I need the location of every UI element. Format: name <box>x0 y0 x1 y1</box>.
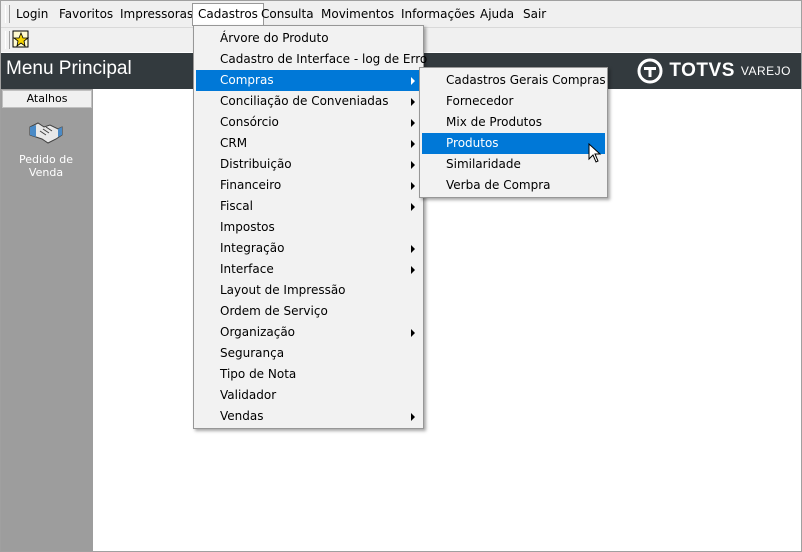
shortcuts-panel: Atalhos Pedido de Venda <box>1 89 93 551</box>
submenu-arrow-icon <box>411 329 415 337</box>
menuitem-ordem-de-servico[interactable]: Ordem de Serviço <box>196 301 421 322</box>
menuitem-vendas[interactable]: Vendas <box>196 406 421 427</box>
star-note-icon <box>12 30 30 48</box>
menuitem-cadastro-de-interface[interactable]: Cadastro de Interface - log de Erro <box>196 49 427 70</box>
menu-ajuda[interactable]: Ajuda <box>475 4 519 24</box>
logo-brand-text: TOTVS <box>669 60 735 81</box>
compras-submenu: Cadastros Gerais Compras Fornecedor Mix … <box>419 67 608 198</box>
menuitem-tipo-de-nota[interactable]: Tipo de Nota <box>196 364 421 385</box>
menuitem-consorcio[interactable]: Consórcio <box>196 112 421 133</box>
menu-impressoras[interactable]: Impressoras <box>115 4 198 24</box>
menu-login[interactable]: Login <box>11 4 53 24</box>
menuitem-similaridade[interactable]: Similaridade <box>422 154 605 175</box>
menuitem-cadastros-gerais-compras[interactable]: Cadastros Gerais Compras <box>422 70 606 91</box>
cadastros-dropdown: Árvore do Produto Cadastro de Interface … <box>193 25 427 429</box>
menuitem-conciliacao[interactable]: Conciliação de Conveniadas <box>196 91 421 112</box>
submenu-arrow-icon <box>411 161 415 169</box>
menuitem-verba-de-compra[interactable]: Verba de Compra <box>422 175 605 196</box>
submenu-arrow-icon <box>411 98 415 106</box>
logo-sub-text: VAREJO <box>740 64 791 78</box>
handshake-icon <box>29 122 63 144</box>
submenu-arrow-icon <box>411 119 415 127</box>
favorites-tool-button[interactable] <box>11 29 31 49</box>
menuitem-compras[interactable]: Compras <box>196 70 421 91</box>
menuitem-integracao[interactable]: Integração <box>196 238 421 259</box>
menuitem-produtos[interactable]: Produtos <box>422 133 605 154</box>
menu-movimentos[interactable]: Movimentos <box>316 4 399 24</box>
page-title: Menu Principal <box>6 58 132 79</box>
menuitem-financeiro[interactable]: Financeiro <box>196 175 421 196</box>
toolbar-grip[interactable] <box>5 31 10 49</box>
mouse-pointer-icon <box>588 143 602 163</box>
shortcut-pedido-de-venda[interactable]: Pedido de Venda <box>11 117 81 179</box>
submenu-arrow-icon <box>411 140 415 148</box>
menu-informacoes[interactable]: Informações <box>396 4 480 24</box>
menubar: Login Favoritos Impressoras Cadastros Co… <box>1 1 801 28</box>
menuitem-distribuicao[interactable]: Distribuição <box>196 154 421 175</box>
menuitem-mix-de-produtos[interactable]: Mix de Produtos <box>422 112 605 133</box>
menuitem-organizacao[interactable]: Organização <box>196 322 421 343</box>
menuitem-interface[interactable]: Interface <box>196 259 421 280</box>
menuitem-fornecedor[interactable]: Fornecedor <box>422 91 605 112</box>
menuitem-layout-de-impressao[interactable]: Layout de Impressão <box>196 280 421 301</box>
menuitem-fiscal[interactable]: Fiscal <box>196 196 421 217</box>
submenu-arrow-icon <box>411 245 415 253</box>
totvs-logo: TOTVS VAREJO <box>637 58 791 84</box>
submenu-arrow-icon <box>411 266 415 274</box>
submenu-arrow-icon <box>411 413 415 421</box>
shortcut-label: Pedido de Venda <box>18 153 73 179</box>
submenu-arrow-icon <box>411 77 415 85</box>
menu-consulta[interactable]: Consulta <box>256 4 319 24</box>
submenu-arrow-icon <box>411 182 415 190</box>
menuitem-arvore-do-produto[interactable]: Árvore do Produto <box>196 28 421 49</box>
menu-favoritos[interactable]: Favoritos <box>54 4 118 24</box>
totvs-logo-icon <box>637 58 663 84</box>
menu-sair[interactable]: Sair <box>518 4 551 24</box>
menubar-grip[interactable] <box>5 5 10 23</box>
menuitem-crm[interactable]: CRM <box>196 133 421 154</box>
submenu-arrow-icon <box>411 203 415 211</box>
menuitem-seguranca[interactable]: Segurança <box>196 343 421 364</box>
menu-cadastros[interactable]: Cadastros <box>192 3 264 26</box>
menuitem-validador[interactable]: Validador <box>196 385 421 406</box>
menuitem-impostos[interactable]: Impostos <box>196 217 421 238</box>
tab-atalhos[interactable]: Atalhos <box>2 90 92 108</box>
